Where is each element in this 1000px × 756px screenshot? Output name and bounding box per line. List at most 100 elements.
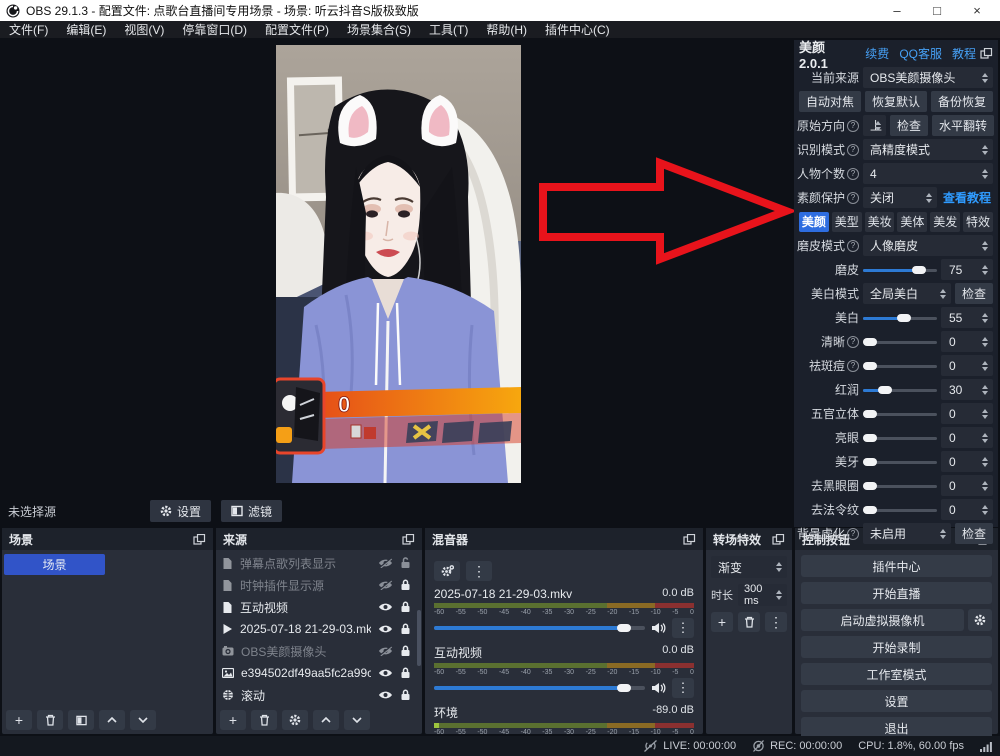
beauty-dropdown[interactable]: 人像磨皮 [863,235,993,256]
help-icon[interactable]: ? [847,168,859,180]
slider-value-spinbox[interactable]: 30 [941,379,993,400]
eye-slash-icon[interactable] [378,580,393,590]
horizontal-flip-button[interactable]: 水平翻转 [932,115,994,136]
advanced-audio-button[interactable] [434,561,460,581]
speaker-icon[interactable] [651,622,666,634]
move-source-down-button[interactable] [344,710,370,730]
beauty-action-button[interactable]: 自动对焦 [799,91,861,112]
remove-scene-button[interactable] [37,710,63,730]
slider-value-spinbox[interactable]: 55 [941,307,993,328]
beauty-slider[interactable] [863,383,937,397]
lock-icon[interactable] [400,623,411,635]
close-button[interactable]: × [960,1,994,20]
channel-menu-button[interactable]: ⋮ [672,678,694,698]
sources-scrollbar[interactable] [417,610,421,666]
beauty-slider[interactable] [863,503,937,517]
add-transition-button[interactable]: + [711,612,733,632]
transition-type-dropdown[interactable]: 渐变 [711,556,787,578]
eye-icon[interactable] [378,690,393,700]
slider-value-spinbox[interactable]: 0 [941,451,993,472]
remove-source-button[interactable] [251,710,277,730]
help-icon[interactable]: ? [847,336,859,348]
slider-value-spinbox[interactable]: 0 [941,355,993,376]
beauty-slider[interactable] [863,407,937,421]
minimize-button[interactable]: – [880,1,914,20]
menu-item[interactable]: 配置文件(P) [256,21,338,38]
beauty-slider[interactable] [863,455,937,469]
source-list-item[interactable]: 时钟插件显示源 [216,574,417,596]
popout-icon[interactable] [683,534,696,545]
slider-value-spinbox[interactable]: 75 [941,259,993,280]
menu-item[interactable]: 编辑(E) [57,21,115,38]
menu-item[interactable]: 工具(T) [420,21,477,38]
source-list-item[interactable]: 2025-07-18 21-29-03.mkv [216,618,417,640]
source-settings-button[interactable]: 设置 [150,500,211,522]
current-source-dropdown[interactable]: OBS美颜摄像头 [863,67,993,88]
remove-transition-button[interactable] [738,612,760,632]
orientation-check-button[interactable]: 检查 [890,115,928,136]
unlock-icon[interactable] [400,557,411,569]
view-tutorial-link[interactable]: 查看教程 [941,189,993,206]
detect-mode-dropdown[interactable]: 高精度模式 [863,139,993,160]
renew-link[interactable]: 续费 [865,45,889,62]
beauty-action-button[interactable]: 备份恢复 [931,91,993,112]
popout-icon[interactable] [980,48,993,59]
beauty-tab[interactable]: 特效 [963,212,993,232]
volume-slider[interactable] [434,621,645,635]
help-icon[interactable]: ? [847,360,859,372]
menu-item[interactable]: 文件(F) [0,21,57,38]
control-button[interactable]: 启动虚拟摄像机 [801,609,964,631]
source-filters-button[interactable]: 滤镜 [221,500,282,522]
menu-item[interactable]: 帮助(H) [477,21,536,38]
eye-icon[interactable] [378,668,393,678]
lock-icon[interactable] [400,645,411,657]
transition-menu-button[interactable]: ⋮ [765,612,787,632]
lock-icon[interactable] [400,689,411,701]
add-source-button[interactable]: + [220,710,246,730]
qq-support-link[interactable]: QQ客服 [899,45,942,62]
eye-icon[interactable] [378,602,393,612]
beauty-tab[interactable]: 美颜 [799,212,829,232]
beauty-slider[interactable] [863,359,937,373]
beauty-dropdown[interactable]: 未启用 [863,523,951,544]
beauty-slider[interactable] [863,431,937,445]
beauty-tab[interactable]: 美妆 [865,212,895,232]
beauty-tab[interactable]: 美型 [832,212,862,232]
help-icon[interactable]: ? [847,120,859,132]
lock-icon[interactable] [400,667,411,679]
source-list-item[interactable]: 互动视频 [216,596,417,618]
slider-value-spinbox[interactable]: 0 [941,499,993,520]
control-button[interactable]: 设置 [801,690,992,712]
preview-canvas[interactable]: 0 [0,38,792,496]
slider-value-spinbox[interactable]: 0 [941,331,993,352]
beauty-slider[interactable] [863,479,937,493]
control-button[interactable]: 开始录制 [801,636,992,658]
mixer-menu-button[interactable]: ⋮ [466,561,492,581]
makeup-protect-dropdown[interactable]: 关闭 [863,187,937,208]
preview-video[interactable]: 0 [276,45,521,483]
move-scene-up-button[interactable] [99,710,125,730]
beauty-action-button[interactable]: 恢复默认 [865,91,927,112]
slider-value-spinbox[interactable]: 0 [941,475,993,496]
add-scene-button[interactable]: + [6,710,32,730]
source-list-item[interactable]: OBS美颜摄像头 [216,640,417,662]
control-button[interactable]: 工作室模式 [801,663,992,685]
beauty-tab[interactable]: 美体 [897,212,927,232]
check-button[interactable]: 检查 [955,283,993,304]
beauty-slider[interactable] [863,335,937,349]
orientation-dropdown[interactable]: 上 [863,115,886,136]
popout-icon[interactable] [772,534,785,545]
eye-slash-icon[interactable] [378,646,393,656]
move-scene-down-button[interactable] [130,710,156,730]
menu-item[interactable]: 视图(V) [115,21,173,38]
source-list-item[interactable]: e394502df49aa5fc2a99cd2e7c [216,662,417,684]
speaker-icon[interactable] [651,682,666,694]
tutorial-link[interactable]: 教程 [952,45,976,62]
channel-menu-button[interactable]: ⋮ [672,618,694,638]
help-icon[interactable]: ? [847,528,859,540]
eye-slash-icon[interactable] [378,558,393,568]
virtualcam-config-button[interactable] [968,609,992,631]
check-button[interactable]: 检查 [955,523,993,544]
control-button[interactable]: 插件中心 [801,555,992,577]
beauty-slider[interactable] [863,311,937,325]
